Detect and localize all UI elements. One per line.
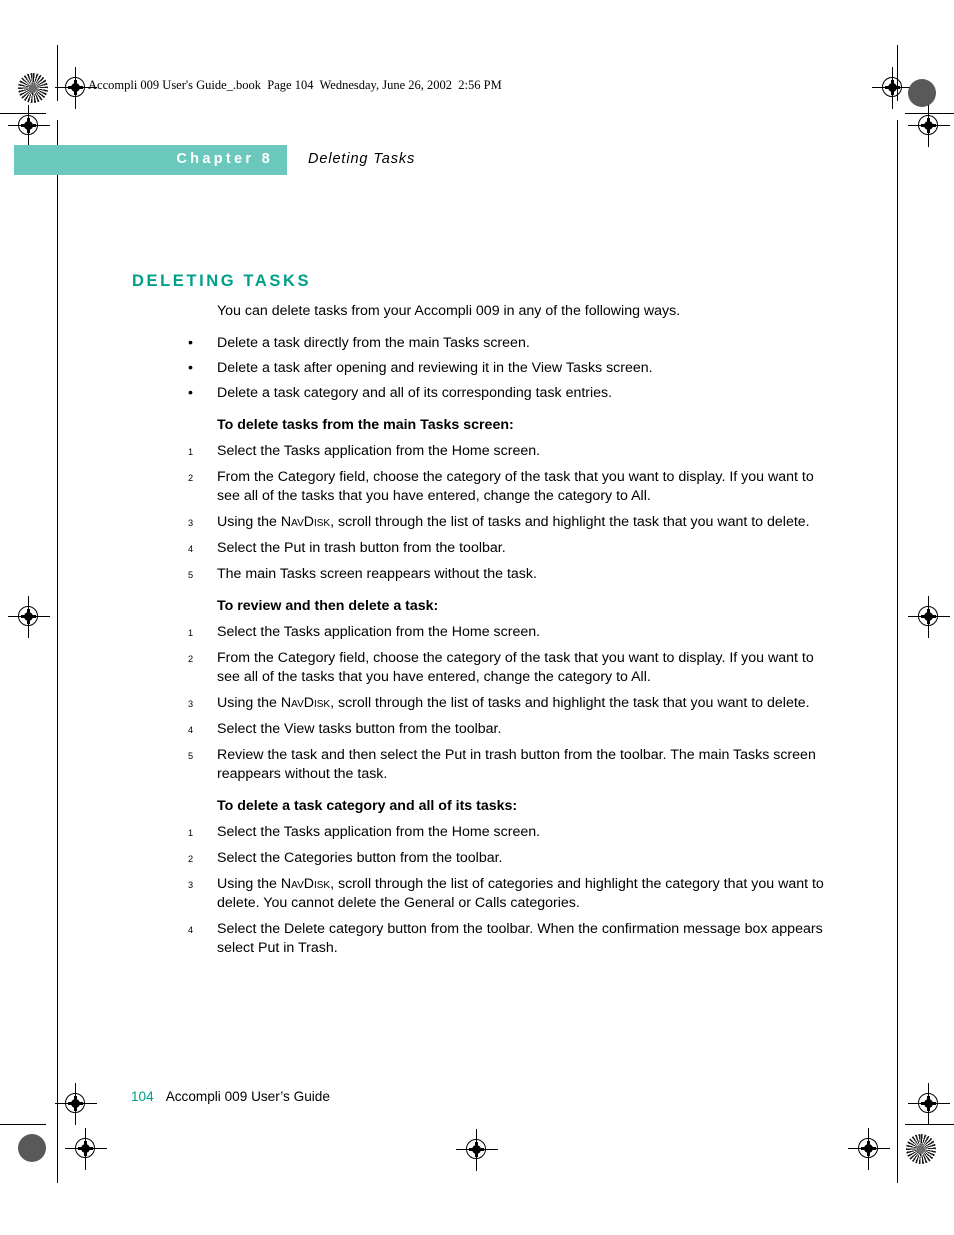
step-text: Using the NavDisk, scroll through the li…	[217, 694, 828, 713]
step-number: 1	[188, 828, 194, 838]
procedure-step: 4 Select the View tasks button from the t…	[188, 720, 828, 739]
navdisk-term: NavDisk	[280, 695, 331, 711]
list-item-text: Delete a task category and all of its co…	[217, 385, 613, 401]
chapter-title: Deleting Tasks	[308, 151, 416, 167]
crop-line	[897, 120, 899, 178]
step-number: 4	[188, 925, 194, 935]
step-text: The main Tasks screen reappears without …	[217, 566, 537, 582]
step-number: 1	[188, 628, 194, 638]
step-number: 4	[188, 725, 194, 735]
step-number: 1	[188, 447, 194, 457]
registration-crosshair-icon	[8, 105, 50, 147]
step-text: Using the NavDisk, scroll through the li…	[217, 513, 828, 532]
procedure-step: 3 Using the NavDisk, scroll through the l…	[188, 513, 828, 532]
step-number: 2	[188, 473, 194, 483]
step-text: Using the NavDisk, scroll through the li…	[217, 875, 828, 913]
step-text: Select the Tasks application from the Ho…	[217, 824, 541, 840]
procedure-step: 3 Using the NavDisk, scroll through the l…	[188, 694, 828, 713]
step-text: Review the task and then select the Put …	[217, 747, 816, 782]
registration-crosshair-icon	[908, 1083, 950, 1125]
bullet-marker: •	[188, 360, 193, 376]
footer-guide-title: Accompli 009 User’s Guide	[165, 1089, 330, 1104]
footer-page-number: 104	[131, 1089, 154, 1104]
registration-crosshair-icon	[848, 1128, 890, 1170]
step-number: 3	[188, 880, 194, 890]
procedure-step: 3 Using the NavDisk, scroll through the l…	[188, 875, 828, 913]
step-number: 2	[188, 654, 194, 664]
crop-line	[897, 45, 899, 101]
navdisk-term: NavDisk	[280, 514, 331, 530]
list-item-text: Delete a task after opening and reviewin…	[217, 360, 653, 376]
step-number: 3	[188, 699, 194, 709]
step-text-prefix: Using the	[217, 514, 281, 530]
bullet-marker: •	[188, 335, 193, 351]
page-footer: 104 Accompli 009 User’s Guide	[131, 1089, 330, 1104]
procedure-step: 2 From the Category field, choose the cat…	[188, 468, 828, 506]
step-text: From the Category field, choose the cate…	[217, 469, 814, 504]
step-text: Select the Tasks application from the Ho…	[217, 624, 541, 640]
main-content: You can delete tasks from your Accompli …	[188, 302, 828, 965]
navdisk-term: NavDisk	[280, 876, 331, 892]
registration-crosshair-icon	[8, 596, 50, 638]
density-patch-mark	[908, 79, 936, 107]
step-text: Select the View tasks button from the to…	[217, 721, 502, 737]
step-text: From the Category field, choose the cate…	[217, 650, 814, 685]
crop-line	[905, 1124, 954, 1126]
document-page: Accompli 009 User's Guide_.book Page 104…	[0, 0, 954, 1235]
crop-line	[0, 1124, 46, 1126]
procedure-step: 1 Select the Tasks application from the H…	[188, 442, 828, 461]
step-text-prefix: Using the	[217, 876, 281, 892]
procedure-heading: To review and then delete a task:	[217, 598, 439, 614]
registration-crosshair-icon	[908, 105, 950, 147]
chapter-banner: Chapter 8	[14, 145, 287, 175]
registration-crosshair-icon	[456, 1129, 498, 1171]
step-text-suffix: , scroll through the list of tasks and h…	[330, 695, 810, 711]
step-number: 4	[188, 544, 194, 554]
crop-line	[57, 178, 59, 1183]
procedure-step: 1 Select the Tasks application from the H…	[188, 623, 828, 642]
step-number: 5	[188, 570, 194, 580]
page-title: DELETING TASKS	[132, 272, 312, 290]
procedure-step: 4 Select the Put in trash button from the…	[188, 539, 828, 558]
list-item: • Delete a task after opening and reviewi…	[188, 359, 828, 378]
step-text-suffix: , scroll through the list of tasks and h…	[330, 514, 810, 530]
bullet-list: • Delete a task directly from the main Ta…	[188, 334, 828, 403]
registration-crosshair-icon	[55, 1083, 97, 1125]
crop-line	[897, 178, 899, 1183]
step-text: Select the Tasks application from the Ho…	[217, 443, 541, 459]
procedure-step: 4 Select the Delete category button from …	[188, 920, 828, 958]
step-number: 2	[188, 854, 194, 864]
star-target-mark	[906, 1134, 936, 1164]
intro-paragraph: You can delete tasks from your Accompli …	[217, 303, 681, 319]
step-text: Select the Put in trash button from the …	[217, 540, 506, 556]
procedure-list: To delete tasks from the main Tasks scre…	[188, 416, 828, 958]
bullet-marker: •	[188, 385, 193, 401]
procedure-heading: To delete a task category and all of its…	[217, 798, 518, 814]
list-item: • Delete a task category and all of its c…	[188, 384, 828, 403]
registration-crosshair-icon	[908, 596, 950, 638]
density-patch-mark	[18, 1134, 46, 1162]
step-number: 3	[188, 518, 194, 528]
list-item: • Delete a task directly from the main Ta…	[188, 334, 828, 353]
step-text: Select the Categories button from the to…	[217, 850, 503, 866]
procedure-step: 5 The main Tasks screen reappears without…	[188, 565, 828, 584]
running-header: Accompli 009 User's Guide_.book Page 104…	[88, 78, 502, 92]
chapter-label: Chapter 8	[176, 151, 273, 167]
procedure-step: 1 Select the Tasks application from the H…	[188, 823, 828, 842]
registration-crosshair-icon	[65, 1128, 107, 1170]
procedure-step: 2 Select the Categories button from the t…	[188, 849, 828, 868]
step-text: Select the Delete category button from t…	[217, 921, 823, 956]
step-number: 5	[188, 751, 194, 761]
step-text-prefix: Using the	[217, 695, 281, 711]
list-item-text: Delete a task directly from the main Tas…	[217, 335, 530, 351]
star-target-mark	[18, 73, 48, 103]
procedure-step: 2 From the Category field, choose the cat…	[188, 649, 828, 687]
procedure-step: 5 Review the task and then select the Put…	[188, 746, 828, 784]
procedure-heading: To delete tasks from the main Tasks scre…	[217, 417, 514, 433]
